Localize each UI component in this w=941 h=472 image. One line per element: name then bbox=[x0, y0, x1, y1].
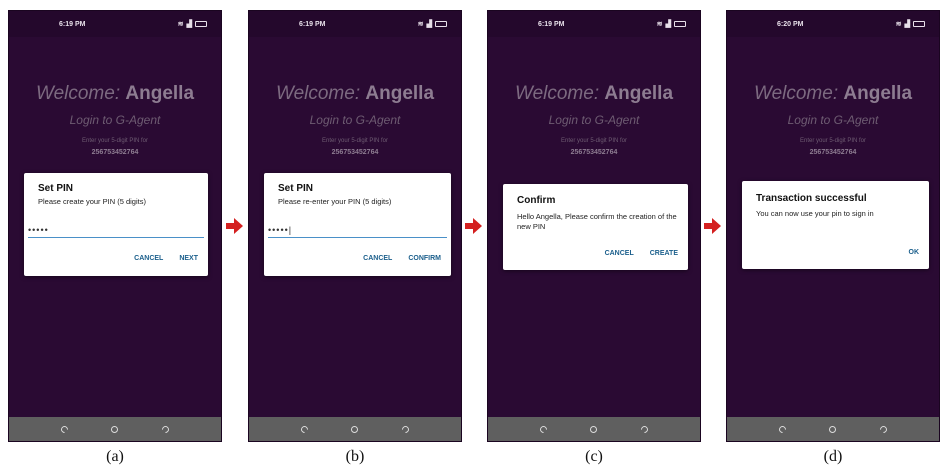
enter-pin-hint: Enter your 5-digit PIN for bbox=[321, 138, 389, 144]
battery-icon bbox=[913, 21, 925, 27]
cancel-button[interactable]: CANCEL bbox=[134, 255, 163, 262]
success-dialog: Transaction successful You can now use y… bbox=[742, 181, 929, 269]
status-time: 6:20 PM bbox=[777, 20, 804, 28]
status-bar: 6:19 PM ≋ ▟ bbox=[249, 11, 461, 37]
recents-icon[interactable] bbox=[400, 424, 411, 434]
cancel-button[interactable]: CANCEL bbox=[363, 255, 392, 262]
pin-input[interactable]: ••••• bbox=[28, 225, 204, 238]
status-bar: 6:19 PM ≋ ▟ bbox=[488, 11, 700, 37]
enter-pin-hint: Enter your 5-digit PIN for bbox=[799, 138, 867, 144]
caption-b: (b) bbox=[345, 448, 365, 465]
login-subtitle: Login to G-Agent bbox=[548, 113, 640, 127]
phone-number: 256753452764 bbox=[809, 149, 857, 156]
caption-d: (d) bbox=[823, 448, 843, 465]
arrow-right-icon bbox=[704, 218, 721, 234]
wifi-icon: ≋ bbox=[656, 21, 663, 28]
login-subtitle: Login to G-Agent bbox=[69, 113, 161, 127]
nav-bar bbox=[249, 417, 461, 441]
back-icon[interactable] bbox=[299, 424, 310, 434]
back-icon[interactable] bbox=[777, 424, 788, 434]
back-icon[interactable] bbox=[59, 424, 70, 434]
home-icon[interactable] bbox=[590, 425, 598, 433]
signal-icon: ▟ bbox=[426, 21, 432, 28]
battery-icon bbox=[674, 21, 686, 27]
enter-pin-hint: Enter your 5-digit PIN for bbox=[560, 138, 628, 144]
recents-icon[interactable] bbox=[878, 424, 889, 434]
home-icon[interactable] bbox=[829, 425, 837, 433]
phone-screen-d: 6:20 PM ≋ ▟ Welcome: Angella Login to G-… bbox=[726, 10, 940, 442]
dialog-message: Hello Angella, Please confirm the creati… bbox=[517, 212, 677, 231]
cancel-button[interactable]: CANCEL bbox=[605, 250, 634, 257]
phone-number: 256753452764 bbox=[331, 149, 379, 156]
login-subtitle: Login to G-Agent bbox=[309, 113, 401, 127]
login-subtitle: Login to G-Agent bbox=[787, 113, 879, 127]
signal-icon: ▟ bbox=[186, 21, 192, 28]
back-icon[interactable] bbox=[538, 424, 549, 434]
welcome-heading: Welcome: Angella bbox=[275, 83, 435, 104]
dialog-message: Please re-enter your PIN (5 digits) bbox=[278, 197, 392, 206]
welcome-heading: Welcome: Angella bbox=[35, 83, 195, 104]
nav-bar bbox=[727, 417, 939, 441]
dialog-title: Confirm bbox=[517, 195, 556, 206]
status-bar: 6:19 PM ≋ ▟ bbox=[9, 11, 221, 37]
arrow-right-icon bbox=[465, 218, 482, 234]
phone-screen-a: 6:19 PM ≋ ▟ Welcome: Angella Login to G-… bbox=[8, 10, 222, 442]
phone-number: 256753452764 bbox=[91, 149, 139, 156]
recents-icon[interactable] bbox=[639, 424, 650, 434]
battery-icon bbox=[435, 21, 447, 27]
enter-pin-hint: Enter your 5-digit PIN for bbox=[81, 138, 149, 144]
phone-number: 256753452764 bbox=[570, 149, 618, 156]
status-time: 6:19 PM bbox=[59, 20, 86, 28]
dialog-message: You can now use your pin to sign in bbox=[756, 209, 874, 218]
nav-bar bbox=[9, 417, 221, 441]
confirm-dialog: Confirm Hello Angella, Please confirm th… bbox=[503, 184, 688, 270]
ok-button[interactable]: OK bbox=[909, 249, 920, 256]
dialog-message: Please create your PIN (5 digits) bbox=[38, 197, 146, 206]
reenter-pin-dialog: Set PIN Please re-enter your PIN (5 digi… bbox=[264, 173, 451, 276]
signal-icon: ▟ bbox=[904, 21, 910, 28]
confirm-button[interactable]: CONFIRM bbox=[408, 255, 441, 262]
caption-a: (a) bbox=[106, 448, 124, 465]
wifi-icon: ≋ bbox=[417, 21, 424, 28]
phone-screen-c: 6:19 PM ≋ ▟ Welcome: Angella Login to G-… bbox=[487, 10, 701, 442]
set-pin-dialog: Set PIN Please create your PIN (5 digits… bbox=[24, 173, 208, 276]
caption-c: (c) bbox=[585, 448, 603, 465]
battery-icon bbox=[195, 21, 207, 27]
welcome-heading: Welcome: Angella bbox=[753, 83, 913, 104]
dialog-title: Set PIN bbox=[278, 183, 314, 194]
signal-icon: ▟ bbox=[665, 21, 671, 28]
phone-screen-b: 6:19 PM ≋ ▟ Welcome: Angella Login to G-… bbox=[248, 10, 462, 442]
home-icon[interactable] bbox=[111, 425, 119, 433]
welcome-heading: Welcome: Angella bbox=[514, 83, 674, 104]
status-bar: 6:20 PM ≋ ▟ bbox=[727, 11, 939, 37]
recents-icon[interactable] bbox=[160, 424, 171, 434]
nav-bar bbox=[488, 417, 700, 441]
status-time: 6:19 PM bbox=[538, 20, 565, 28]
home-icon[interactable] bbox=[351, 425, 359, 433]
wifi-icon: ≋ bbox=[177, 21, 184, 28]
create-button[interactable]: CREATE bbox=[650, 250, 678, 257]
arrow-right-icon bbox=[226, 218, 243, 234]
dialog-title: Set PIN bbox=[38, 183, 74, 194]
next-button[interactable]: NEXT bbox=[179, 255, 198, 262]
status-time: 6:19 PM bbox=[299, 20, 326, 28]
wifi-icon: ≋ bbox=[895, 21, 902, 28]
pin-input[interactable]: •••••| bbox=[268, 225, 447, 238]
dialog-title: Transaction successful bbox=[756, 193, 867, 204]
